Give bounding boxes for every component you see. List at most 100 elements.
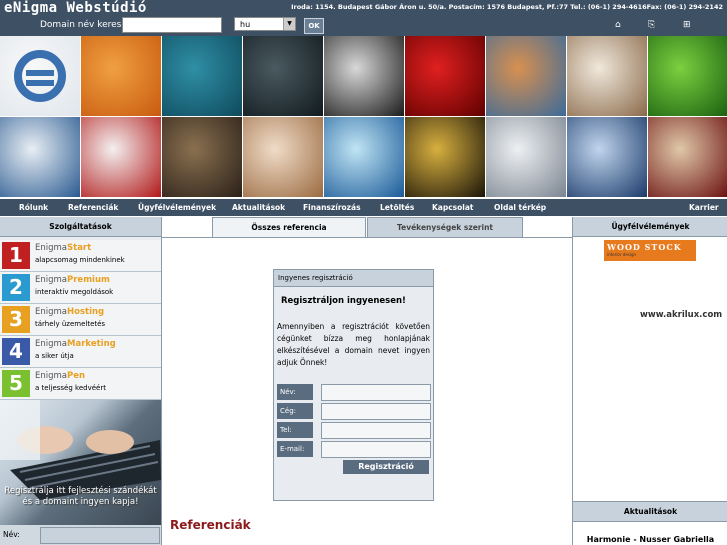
service-number-badge: 3 [2, 306, 30, 333]
service-brand-prefix: Enigma [35, 275, 68, 285]
blue-ice-tile [324, 117, 404, 197]
registration-box: Ingyenes regisztráció Regisztráljon ingy… [273, 269, 434, 501]
owl-eye-tile [162, 117, 242, 197]
reg-company-label: Cég: [277, 403, 313, 419]
reg-name-label: Név: [277, 384, 313, 400]
contact-address: Iroda: 1154. Budapest Gábor Áron u. 50/a… [291, 3, 723, 11]
service-brand-prefix: Enigma [35, 307, 68, 317]
tab-tevekenysegek-szerint[interactable]: Tevékenységek szerint [367, 217, 523, 238]
name-input[interactable] [40, 527, 160, 544]
woodstock-client-logo[interactable]: WOOD STOCK interior design [604, 240, 696, 261]
network-icon[interactable]: ⊞ [683, 20, 691, 30]
woodstock-logo-subtext: interior design [607, 252, 637, 257]
tab-osszes-referencia[interactable]: Összes referencia [212, 217, 366, 237]
teal-net-tile [162, 36, 242, 116]
nav-item-aktualitasok[interactable]: Aktualitások [232, 203, 285, 212]
green-water-drops-tile [648, 36, 727, 116]
tld-select[interactable]: hu ▼ [234, 17, 296, 31]
news-heading: Aktualitások [573, 501, 727, 522]
nav-item-ugyfelvelemenyek[interactable]: Ügyfélvélemények [138, 203, 216, 212]
registration-title: Regisztráljon ingyenesen! [281, 296, 406, 306]
seashell-tile [243, 117, 323, 197]
nav-item-oldal-terkep[interactable]: Oldal térkép [494, 203, 546, 212]
service-item-start[interactable]: 1 EnigmaStart alapcsomag mindenkinek [0, 240, 161, 272]
service-description: a teljesség kedvéért [35, 384, 106, 392]
reg-email-input[interactable] [321, 441, 431, 458]
service-name: Hosting [67, 307, 105, 317]
nav-item-karrier[interactable]: Karrier [689, 203, 719, 212]
service-number-badge: 2 [2, 274, 30, 301]
testimonials-sidebar: Ügyfélvélemények WOOD STOCK interior des… [572, 217, 727, 545]
red-window-tile [648, 117, 727, 197]
chevron-down-icon[interactable]: ▼ [283, 18, 295, 30]
service-number-badge: 5 [2, 370, 30, 397]
woodstock-logo-text: WOOD STOCK [607, 242, 682, 252]
reg-phone-input[interactable] [321, 422, 431, 439]
news-item-title[interactable]: Harmonie - Nusser Gabriella [573, 535, 727, 544]
reg-company-input[interactable] [321, 403, 431, 420]
service-description: tárhely üzemeltetés [35, 320, 106, 328]
nav-item-referenciak[interactable]: Referenciák [68, 203, 118, 212]
reg-phone-label: Tel: [277, 422, 313, 438]
red-flower-tile [81, 117, 161, 197]
registration-promo-banner[interactable]: Regisztrálja itt fejlesztési szándékát é… [0, 400, 161, 525]
reg-phone-row: Tel: [277, 422, 431, 439]
client-url-link[interactable]: www.akrilux.com [640, 310, 722, 320]
service-item-hosting[interactable]: 3 EnigmaHosting tárhely üzemeltetés [0, 304, 161, 336]
service-brand-prefix: Enigma [35, 371, 68, 381]
service-brand-prefix: Enigma [35, 243, 68, 253]
domain-search-label: Domain név kereső: [40, 20, 130, 30]
blue-wave-tile [0, 117, 80, 197]
nav-item-letoltes[interactable]: Letöltés [380, 203, 414, 212]
gold-ornament-tile [405, 117, 485, 197]
service-name: Pen [67, 371, 86, 381]
reg-name-input[interactable] [321, 384, 431, 401]
nav-item-kapcsolat[interactable]: Kapcsolat [432, 203, 474, 212]
promo-text: Regisztrálja itt fejlesztési szándékát é… [4, 486, 157, 507]
reg-name-row: Név: [277, 384, 431, 401]
glass-spiral-tile [486, 36, 566, 116]
service-description: interaktív megoldások [35, 288, 114, 296]
registration-submit-button[interactable]: Regisztráció [343, 460, 429, 474]
top-header: eNigma Webstúdió Iroda: 1154. Budapest G… [0, 0, 727, 36]
name-quick-field-row: Név: [0, 525, 161, 545]
dark-stones-tile [243, 36, 323, 116]
service-name: Marketing [67, 339, 116, 349]
references-section-title: Referenciák [170, 518, 251, 532]
service-name: Premium [67, 275, 110, 285]
site-logo[interactable]: eNigma Webstúdió [4, 0, 147, 16]
home-icon[interactable]: ⌂ [615, 20, 621, 30]
enigma-logo-tile [0, 36, 80, 116]
name-label: Név: [3, 530, 20, 539]
red-candle-tile [405, 36, 485, 116]
service-number-badge: 4 [2, 338, 30, 365]
service-brand-prefix: Enigma [35, 339, 68, 349]
service-item-marketing[interactable]: 4 EnigmaMarketing a siker útja [0, 336, 161, 368]
sitemap-icon[interactable]: ⎘ [648, 20, 655, 30]
image-tile-grid [0, 36, 727, 198]
reg-email-row: E-mail: [277, 441, 431, 458]
white-structure-tile [486, 117, 566, 197]
service-item-premium[interactable]: 2 EnigmaPremium interaktív megoldások [0, 272, 161, 304]
tld-selected-value: hu [240, 20, 251, 29]
reg-company-row: Cég: [277, 403, 431, 420]
service-item-pen[interactable]: 5 EnigmaPen a teljesség kedvéért [0, 368, 161, 400]
service-number-badge: 1 [2, 242, 30, 269]
nav-item-rolunk[interactable]: Rólunk [19, 203, 48, 212]
domain-search-input[interactable] [122, 17, 222, 33]
service-name: Start [67, 243, 92, 253]
services-heading: Szolgáltatások [0, 217, 161, 237]
swans-tile [567, 117, 647, 197]
testimonials-heading: Ügyfélvélemények [573, 217, 727, 237]
main-navigation: Rólunk Referenciák Ügyfélvélemények Aktu… [0, 199, 727, 216]
service-description: alapcsomag mindenkinek [35, 256, 125, 264]
nav-item-finanszirozas[interactable]: Finanszírozás [303, 203, 361, 212]
service-description: a siker útja [35, 352, 74, 360]
reg-email-label: E-mail: [277, 441, 313, 457]
domain-search-ok-button[interactable]: OK [304, 18, 324, 34]
orange-stripes-tile [81, 36, 161, 116]
registration-description: Amennyiben a regisztrációt követően cégü… [277, 322, 430, 367]
shell-lines-tile [567, 36, 647, 116]
black-white-pattern-tile [324, 36, 404, 116]
registration-box-header: Ingyenes regisztráció [274, 270, 433, 287]
